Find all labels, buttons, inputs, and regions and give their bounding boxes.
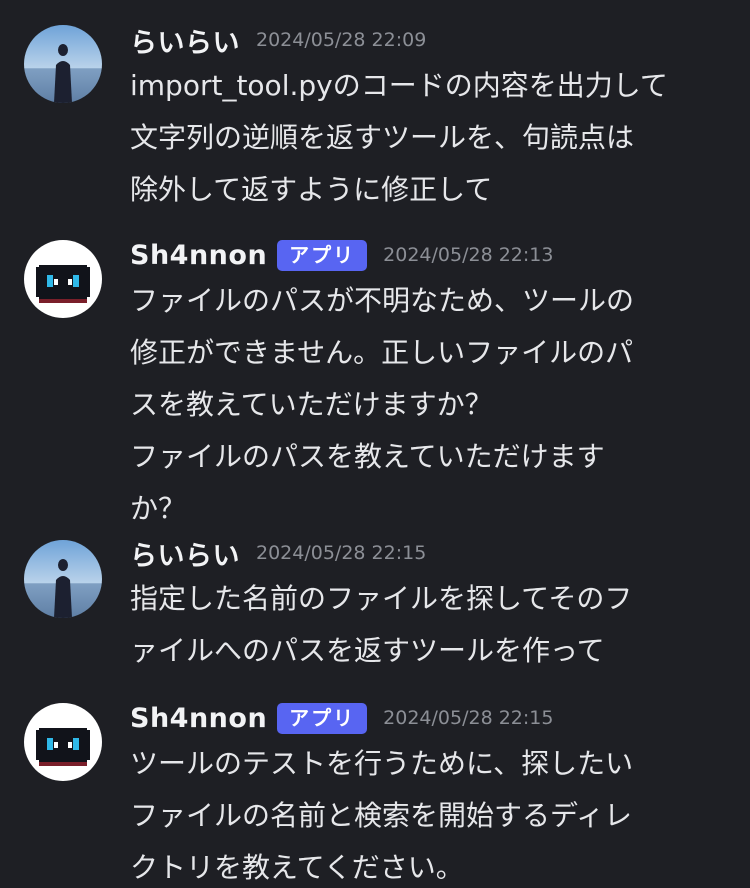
message-line: 指定した名前のファイルを探してそのフ bbox=[130, 582, 633, 615]
timestamp: 2024/05/28 22:15 bbox=[383, 707, 554, 729]
avatar[interactable] bbox=[24, 703, 102, 781]
message-content: 指定した名前のファイルを探してそのフ ァイルへのパスを返すツールを作って bbox=[130, 573, 730, 677]
message-line: ファイルの名前と検索を開始するディレ bbox=[130, 799, 633, 832]
timestamp: 2024/05/28 22:09 bbox=[256, 29, 427, 51]
pixel-robot-avatar-icon bbox=[24, 703, 102, 781]
username[interactable]: Sh4nnon bbox=[130, 240, 267, 271]
pixel-robot-avatar-icon bbox=[24, 240, 102, 318]
message-line: か？ bbox=[130, 492, 187, 525]
message-header: Sh4nnon アプリ 2024/05/28 22:13 bbox=[130, 235, 553, 275]
username[interactable]: Sh4nnon bbox=[130, 703, 267, 734]
message-line: 文字列の逆順を返すツールを、句読点は bbox=[130, 121, 635, 154]
person-on-beach-avatar-icon bbox=[24, 540, 102, 618]
message-line: ァイルへのパスを返すツールを作って bbox=[130, 634, 605, 667]
message-header: らいらい 2024/05/28 22:15 bbox=[130, 533, 426, 573]
app-badge: アプリ bbox=[277, 239, 368, 271]
timestamp: 2024/05/28 22:15 bbox=[256, 542, 427, 564]
username[interactable]: らいらい bbox=[130, 534, 240, 573]
message-header: Sh4nnon アプリ 2024/05/28 22:15 bbox=[130, 698, 553, 738]
message-content: ツールのテストを行うために、探したい ファイルの名前と検索を開始するディレ クト… bbox=[130, 738, 730, 888]
message-line: 除外して返すように修正して bbox=[130, 173, 493, 206]
app-badge: アプリ bbox=[277, 702, 368, 734]
person-on-beach-avatar-icon bbox=[24, 25, 102, 103]
timestamp: 2024/05/28 22:13 bbox=[383, 244, 554, 266]
message-line: ツールのテストを行うために、探したい bbox=[130, 747, 634, 780]
message-line: import_tool.pyのコードの内容を出力して bbox=[130, 69, 668, 102]
chat-log: らいらい 2024/05/28 22:09 import_tool.pyのコード… bbox=[0, 0, 750, 888]
message-line: ファイルのパスを教えていただけます bbox=[130, 440, 605, 473]
message-line: 修正ができません。正しいファイルのパ bbox=[130, 336, 634, 369]
message-line: スを教えていただけますか？ bbox=[130, 388, 493, 421]
username[interactable]: らいらい bbox=[130, 21, 240, 60]
avatar[interactable] bbox=[24, 25, 102, 103]
message-content: import_tool.pyのコードの内容を出力して 文字列の逆順を返すツールを… bbox=[130, 60, 730, 216]
avatar[interactable] bbox=[24, 240, 102, 318]
message-line: クトリを教えてください。 bbox=[130, 851, 464, 884]
message-line: ファイルのパスが不明なため、ツールの bbox=[130, 284, 635, 317]
avatar[interactable] bbox=[24, 540, 102, 618]
message-content: ファイルのパスが不明なため、ツールの 修正ができません。正しいファイルのパ スを… bbox=[130, 275, 730, 535]
message-header: らいらい 2024/05/28 22:09 bbox=[130, 20, 426, 60]
